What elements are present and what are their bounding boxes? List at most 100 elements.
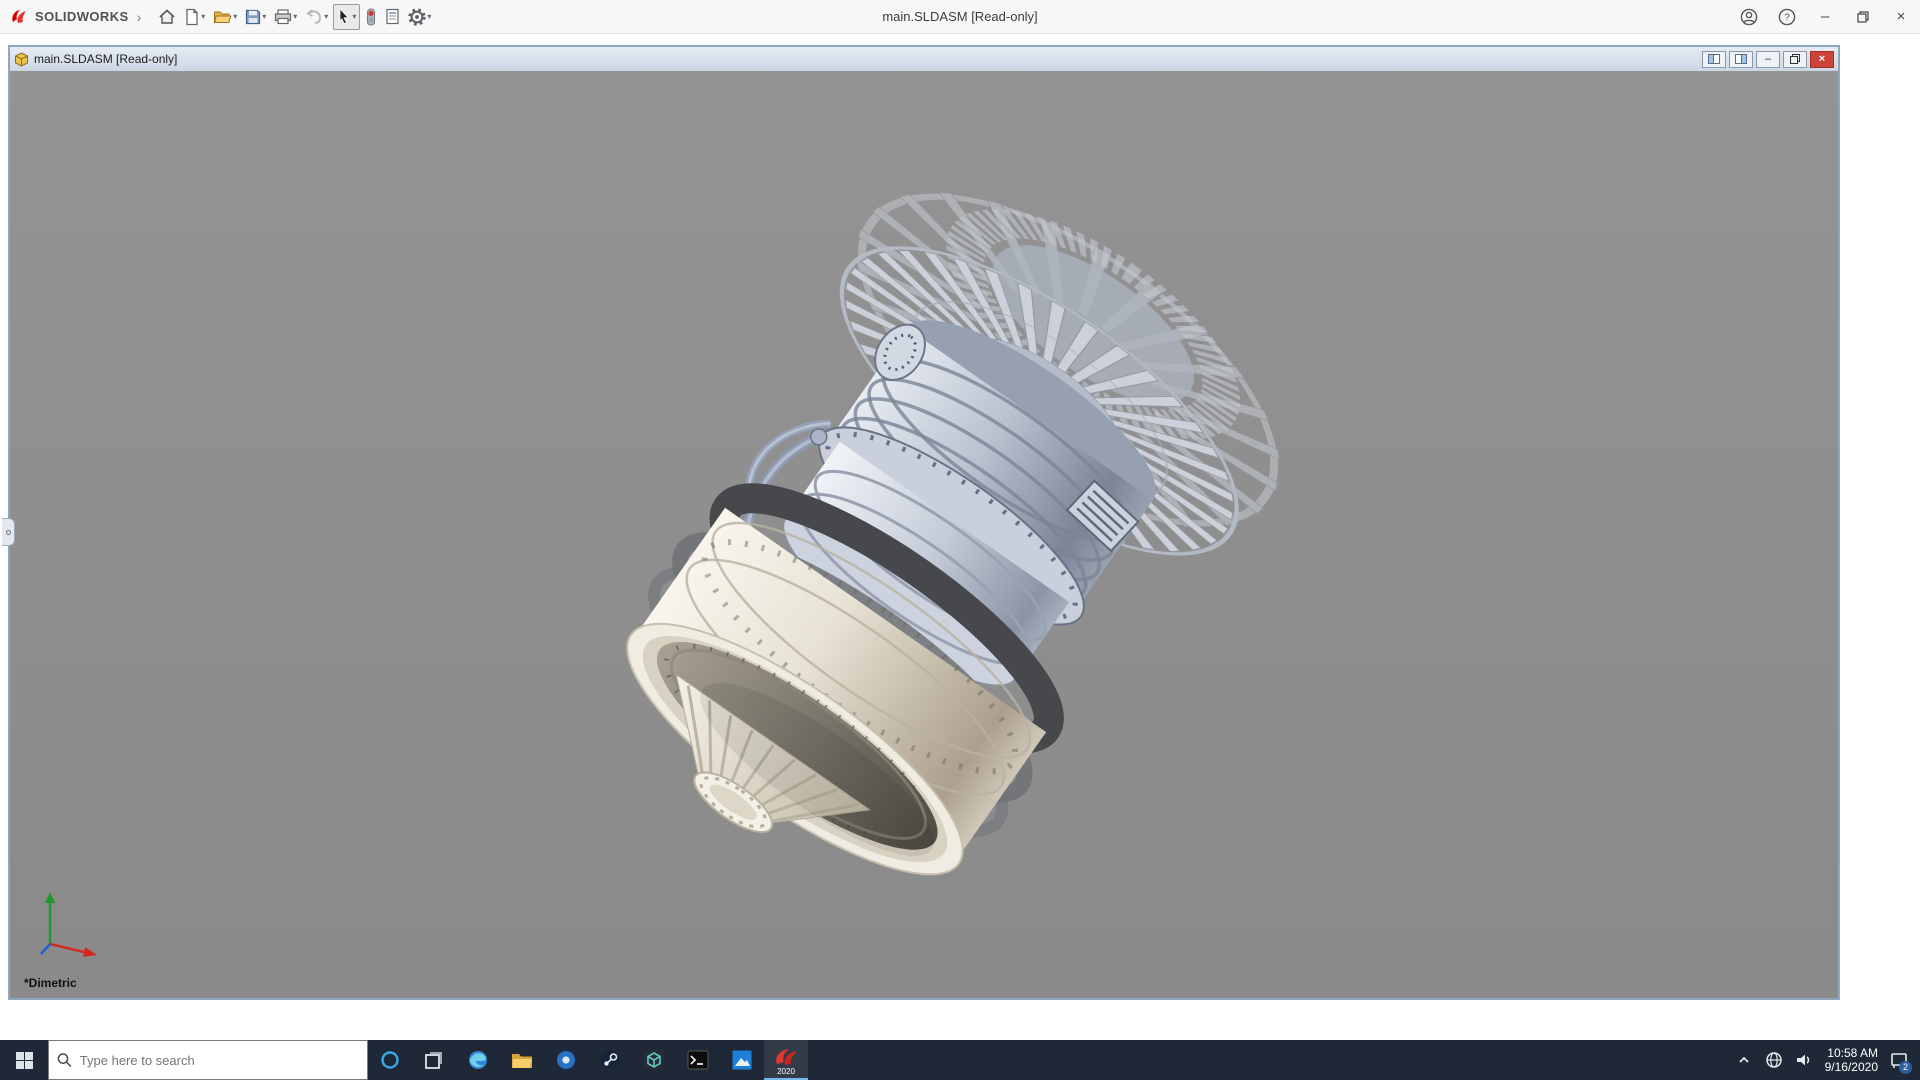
help-icon: ? — [1778, 8, 1796, 26]
split-pane-right-icon — [1735, 54, 1747, 64]
steam-button[interactable] — [588, 1040, 632, 1080]
document-titlebar[interactable]: main.SLDASM [Read-only] – — [10, 47, 1838, 71]
restore-icon — [1857, 11, 1869, 23]
account-icon — [1740, 8, 1758, 26]
search-input[interactable] — [80, 1053, 359, 1068]
new-document-dropdown-arrow[interactable]: ▾ — [201, 12, 205, 21]
task-view-button[interactable] — [412, 1040, 456, 1080]
volume-button[interactable] — [1789, 1040, 1819, 1080]
edge-button[interactable] — [456, 1040, 500, 1080]
taskbar-search[interactable] — [48, 1040, 368, 1080]
graphics-viewport[interactable]: *Dimetric — [10, 71, 1838, 998]
browser-button[interactable] — [544, 1040, 588, 1080]
document-title: main.SLDASM [Read-only] — [34, 52, 177, 66]
app-titlebar: SOLIDWORKS › ▾ ▾ — [0, 0, 1920, 34]
home-button[interactable] — [155, 4, 179, 30]
start-button[interactable] — [0, 1040, 48, 1080]
terminal-button[interactable] — [676, 1040, 720, 1080]
action-center-button[interactable]: 2 — [1884, 1040, 1914, 1080]
notification-badge: 2 — [1899, 1061, 1912, 1074]
assembly-file-icon — [14, 52, 29, 67]
open-folder-icon — [213, 9, 232, 25]
file-properties-icon — [385, 8, 400, 25]
open-button[interactable]: ▾ — [210, 4, 240, 30]
print-button[interactable]: ▾ — [271, 4, 300, 30]
feature-panel-collapsed-tab[interactable] — [2, 518, 15, 546]
solidworks-logo: SOLIDWORKS — [0, 8, 135, 26]
solidworks-taskbar-button[interactable]: 2020 — [764, 1040, 808, 1080]
cortana-button[interactable] — [368, 1040, 412, 1080]
help-button[interactable]: ? — [1768, 0, 1806, 34]
rebuild-button[interactable] — [362, 4, 380, 30]
save-dropdown-arrow[interactable]: ▾ — [262, 12, 266, 21]
account-button[interactable] — [1730, 0, 1768, 34]
browser-icon — [555, 1049, 577, 1071]
panel-tab-dot-icon — [6, 530, 11, 535]
network-button[interactable] — [1759, 1040, 1789, 1080]
volume-icon — [1795, 1051, 1813, 1069]
window-title: main.SLDASM [Read-only] — [882, 0, 1037, 34]
windows-logo-icon — [16, 1052, 33, 1069]
open-dropdown-arrow[interactable]: ▾ — [233, 12, 237, 21]
terminal-icon — [687, 1049, 709, 1071]
options-dropdown-arrow[interactable]: ▾ — [427, 12, 431, 21]
tray-expand-button[interactable] — [1729, 1040, 1759, 1080]
options-button[interactable]: ▾ — [405, 4, 434, 30]
edge-icon — [467, 1049, 489, 1071]
doc-close-button[interactable]: × — [1810, 51, 1834, 68]
pane-toggle-right-button[interactable] — [1729, 51, 1753, 68]
search-icon — [57, 1052, 72, 1068]
task-view-icon — [424, 1050, 444, 1070]
select-dropdown-arrow[interactable]: ▾ — [352, 12, 356, 21]
print-dropdown-arrow[interactable]: ▾ — [293, 12, 297, 21]
undo-dropdown-arrow[interactable]: ▾ — [324, 12, 328, 21]
network-globe-icon — [1765, 1051, 1783, 1069]
file-properties-button[interactable] — [382, 4, 403, 30]
main-toolbar: ▾ ▾ ▾ ▾ — [155, 4, 434, 30]
window-controls: ? – × — [1730, 0, 1920, 34]
file-explorer-icon — [511, 1051, 533, 1070]
solidworks-year-label: 2020 — [764, 1068, 808, 1076]
chevron-up-icon — [1736, 1052, 1752, 1068]
doc-minimize-button[interactable]: – — [1756, 51, 1780, 68]
home-icon — [158, 8, 176, 26]
dassault-logo-icon — [10, 8, 30, 26]
undo-icon — [305, 9, 323, 24]
new-document-icon — [184, 8, 200, 26]
orientation-triad — [36, 884, 116, 964]
cube-viewer-icon — [643, 1049, 665, 1071]
engine-3d-model[interactable] — [10, 71, 1838, 998]
taskbar-clock[interactable]: 10:58 AM 9/16/2020 — [1819, 1046, 1884, 1074]
doc-restore-button[interactable] — [1783, 51, 1807, 68]
photos-icon — [731, 1049, 753, 1071]
steam-icon — [599, 1049, 621, 1071]
maximize-button[interactable] — [1844, 0, 1882, 34]
new-document-button[interactable]: ▾ — [181, 4, 208, 30]
doc-restore-icon — [1790, 54, 1800, 64]
print-icon — [274, 9, 292, 25]
undo-button[interactable]: ▾ — [302, 4, 331, 30]
svg-text:?: ? — [1784, 12, 1790, 23]
document-window-buttons: – × — [1702, 51, 1834, 68]
view-orientation-label: *Dimetric — [24, 976, 77, 990]
menu-expand-arrow[interactable]: › — [135, 9, 150, 25]
file-explorer-button[interactable] — [500, 1040, 544, 1080]
clock-date: 9/16/2020 — [1825, 1060, 1878, 1074]
clock-time: 10:58 AM — [1825, 1046, 1878, 1060]
photos-button[interactable] — [720, 1040, 764, 1080]
taskbar: 2020 10:58 AM 9/16/2020 — [0, 1040, 1920, 1080]
save-icon — [245, 9, 261, 25]
select-cursor-icon — [337, 8, 351, 25]
pane-toggle-left-button[interactable] — [1702, 51, 1726, 68]
cube-viewer-button[interactable] — [632, 1040, 676, 1080]
system-tray: 10:58 AM 9/16/2020 2 — [1729, 1040, 1920, 1080]
split-pane-icon — [1708, 54, 1720, 64]
save-button[interactable]: ▾ — [242, 4, 269, 30]
minimize-button[interactable]: – — [1806, 0, 1844, 34]
close-button[interactable]: × — [1882, 0, 1920, 34]
select-tool-button[interactable]: ▾ — [333, 4, 360, 30]
options-gear-icon — [408, 8, 426, 26]
cortana-icon — [380, 1050, 400, 1070]
rebuild-stoplight-icon — [365, 8, 377, 26]
document-window: main.SLDASM [Read-only] – — [8, 45, 1840, 1000]
